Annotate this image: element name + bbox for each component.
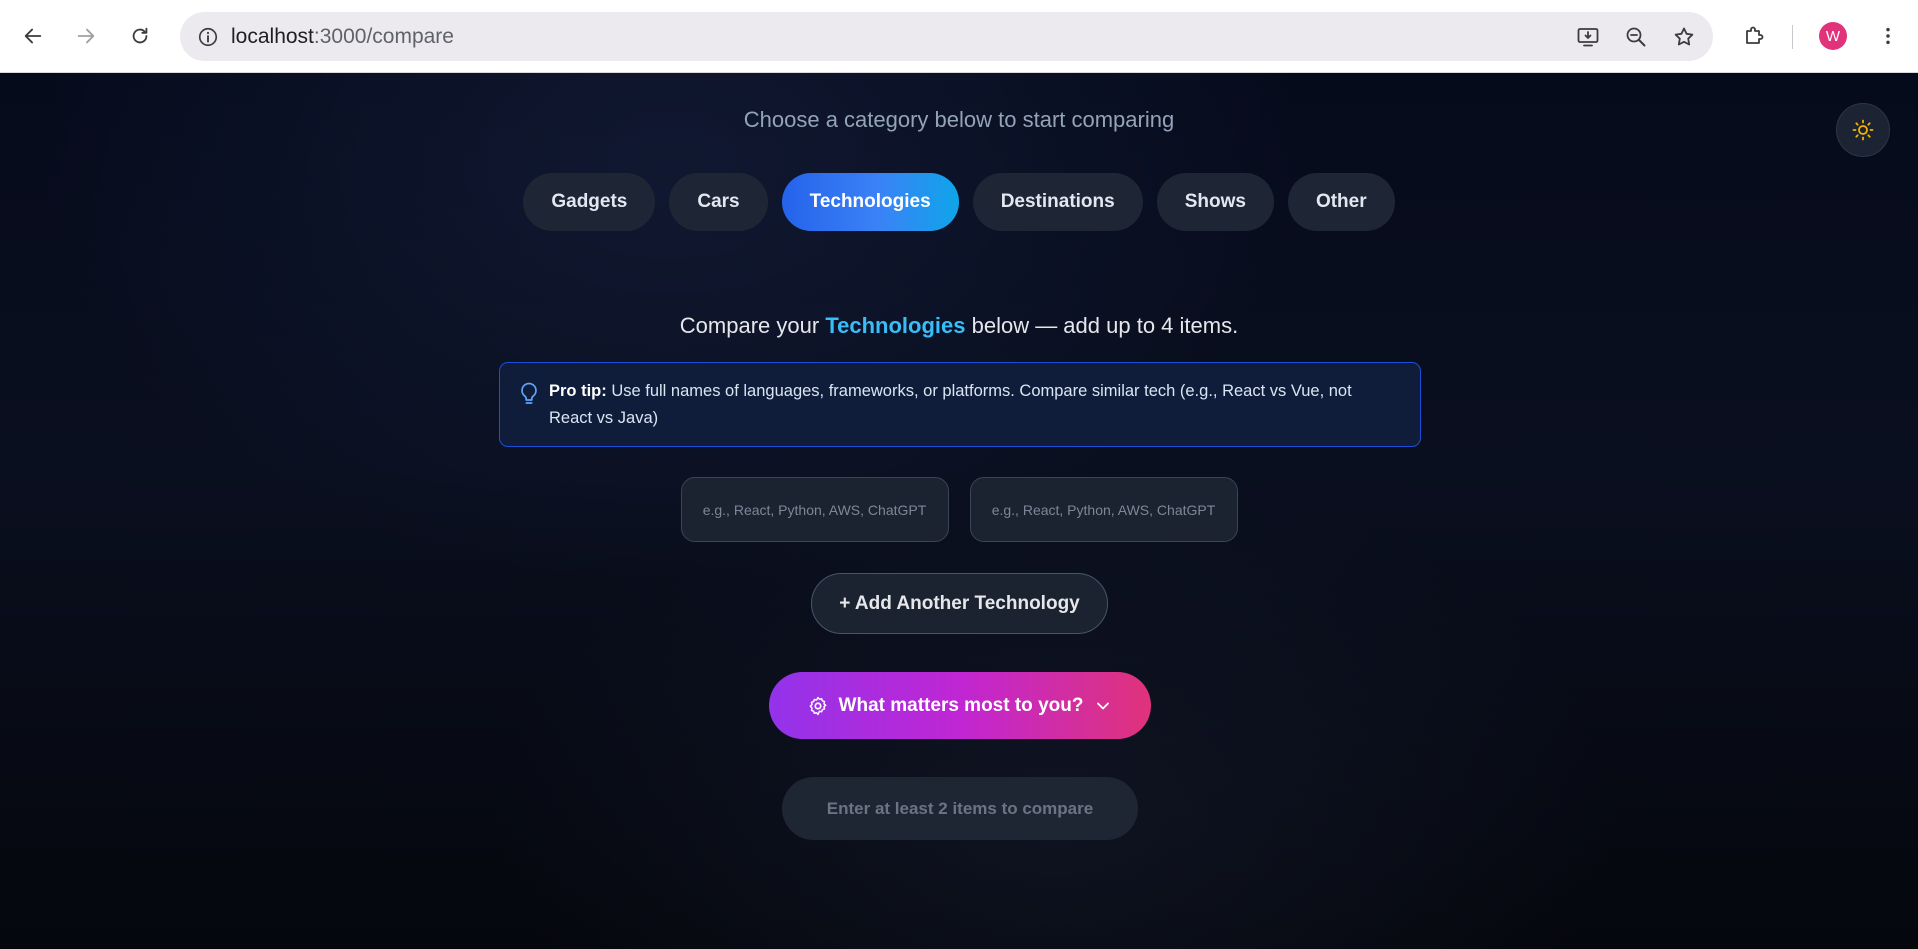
arrow-left-icon xyxy=(24,28,42,44)
chevron-down-icon xyxy=(1097,702,1110,709)
compare-instructions: Compare your Technologies below — add up… xyxy=(0,313,1918,339)
item-input-1[interactable] xyxy=(680,477,949,542)
kebab-menu-icon xyxy=(1886,27,1890,45)
add-technology-button[interactable]: + Add Another Technology xyxy=(811,573,1108,634)
item-input-2[interactable] xyxy=(969,477,1238,542)
url-host: localhost xyxy=(231,24,314,48)
back-button[interactable] xyxy=(17,20,49,52)
tab-cars[interactable]: Cars xyxy=(669,173,768,231)
selected-category: Technologies xyxy=(825,313,966,338)
priorities-button[interactable]: What matters most to you? xyxy=(769,672,1151,739)
pro-tip-text: Pro tip: Use full names of languages, fr… xyxy=(549,378,1399,432)
bookmark-star-icon[interactable] xyxy=(1667,20,1701,54)
puzzle-icon xyxy=(1746,26,1764,44)
site-info-icon[interactable] xyxy=(194,23,222,51)
theme-toggle-button[interactable] xyxy=(1836,103,1890,157)
browser-toolbar: localhost:3000/compare W xyxy=(0,0,1918,73)
extensions-button[interactable] xyxy=(1736,18,1772,54)
arrow-right-icon xyxy=(77,28,95,44)
item-inputs xyxy=(0,477,1918,542)
compare-submit-button[interactable]: Enter at least 2 items to compare xyxy=(782,777,1138,840)
reload-icon xyxy=(132,27,148,44)
tab-technologies[interactable]: Technologies xyxy=(781,173,959,231)
tab-gadgets[interactable]: Gadgets xyxy=(523,173,656,231)
zoom-out-icon[interactable] xyxy=(1619,20,1653,54)
install-app-icon[interactable] xyxy=(1571,20,1605,54)
url-text: localhost:3000/compare xyxy=(231,25,454,49)
profile-avatar[interactable]: W xyxy=(1819,22,1847,50)
tab-shows[interactable]: Shows xyxy=(1156,173,1274,231)
pro-tip-body: Use full names of languages, frameworks,… xyxy=(549,382,1352,427)
tab-destinations[interactable]: Destinations xyxy=(972,173,1143,231)
address-bar[interactable]: localhost:3000/compare xyxy=(180,12,1713,61)
browser-menu-button[interactable] xyxy=(1872,20,1904,52)
reload-button[interactable] xyxy=(124,20,156,52)
pro-tip-label: Pro tip: xyxy=(549,382,607,400)
lightbulb-icon xyxy=(521,382,537,404)
url-path: :3000/compare xyxy=(313,24,454,48)
pro-tip-box: Pro tip: Use full names of languages, fr… xyxy=(499,362,1421,447)
sun-icon xyxy=(1852,119,1874,141)
tab-strip xyxy=(0,0,1918,11)
page-subtitle: Choose a category below to start compari… xyxy=(743,107,1175,132)
compare-prefix: Compare your xyxy=(679,313,826,338)
compare-suffix: below — add up to 4 items. xyxy=(965,313,1239,338)
toolbar-divider xyxy=(1792,25,1793,49)
tab-other[interactable]: Other xyxy=(1287,173,1395,231)
category-tabs: Gadgets Cars Technologies Destinations S… xyxy=(0,173,1918,231)
forward-button[interactable] xyxy=(70,20,102,52)
priorities-label: What matters most to you? xyxy=(838,694,1084,716)
gear-icon xyxy=(809,696,826,715)
compare-page: Choose a category below to start compari… xyxy=(0,73,1918,949)
